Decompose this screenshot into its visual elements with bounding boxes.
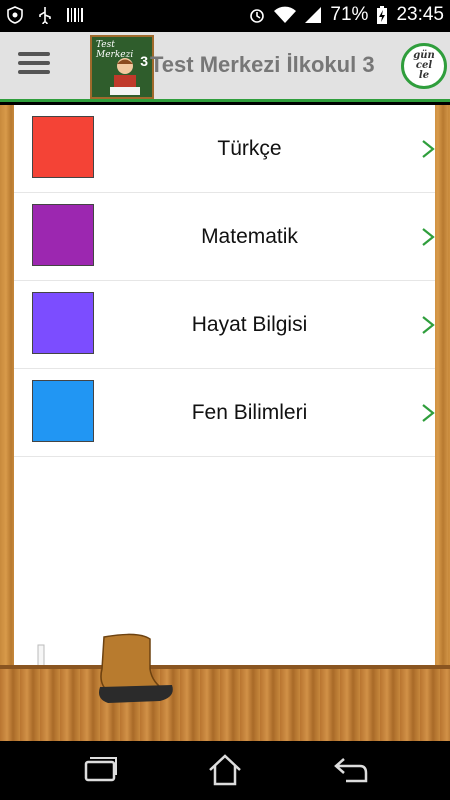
home-icon[interactable] (205, 753, 245, 787)
clock: 23:45 (396, 4, 444, 25)
navigation-bar (0, 741, 450, 800)
subject-color-swatch (32, 292, 94, 354)
signal-icon (305, 7, 322, 23)
shield-icon (7, 6, 23, 24)
recent-apps-icon[interactable] (80, 753, 120, 787)
subject-item[interactable]: Fen Bilimleri (14, 369, 435, 457)
subject-label: Türkçe (217, 137, 282, 160)
subject-item[interactable]: Hayat Bilgisi (14, 281, 435, 369)
chevron-right-icon (422, 140, 435, 158)
chevron-right-icon (422, 228, 435, 246)
subject-label: Fen Bilimleri (191, 401, 308, 424)
subject-label: Matematik (201, 225, 298, 248)
student-illustration-icon (110, 58, 140, 95)
app-title: Test Merkezi İlkokul 3 (150, 52, 375, 77)
chevron-right-icon (422, 316, 435, 334)
battery-percent: 71% (330, 4, 369, 25)
subject-color-swatch (32, 380, 94, 442)
app-logo: Test Merkezi 3 (90, 35, 154, 99)
battery-charging-icon (377, 6, 388, 24)
subject-list: Türkçe Matematik Hayat Bilgisi Fen Bilimler… (14, 105, 435, 457)
chalk-tray (0, 665, 450, 741)
update-button[interactable]: gün cel le (401, 43, 447, 89)
subject-item[interactable]: Türkçe (14, 105, 435, 193)
usb-icon (39, 7, 51, 24)
wooden-frame: Türkçe Matematik Hayat Bilgisi Fen Bilimler… (0, 105, 450, 741)
chevron-right-icon (422, 404, 435, 422)
alarm-icon (250, 9, 265, 23)
subject-item[interactable]: Matematik (14, 193, 435, 281)
hamburger-menu-icon[interactable] (18, 52, 50, 82)
subject-color-swatch (32, 204, 94, 266)
back-icon[interactable] (330, 753, 370, 787)
subject-label: Hayat Bilgisi (191, 313, 308, 336)
eraser-icon (99, 633, 173, 703)
subject-board: Türkçe Matematik Hayat Bilgisi Fen Bilimler… (14, 105, 435, 665)
update-label-3: le (418, 70, 430, 81)
barcode-icon (67, 8, 83, 22)
subject-color-swatch (32, 116, 94, 178)
action-bar: Test Merkezi 3 Test Merkezi İlkokul 3 gü… (0, 32, 450, 102)
status-bar: 71% 23:45 (0, 0, 450, 32)
wifi-icon (274, 6, 297, 23)
